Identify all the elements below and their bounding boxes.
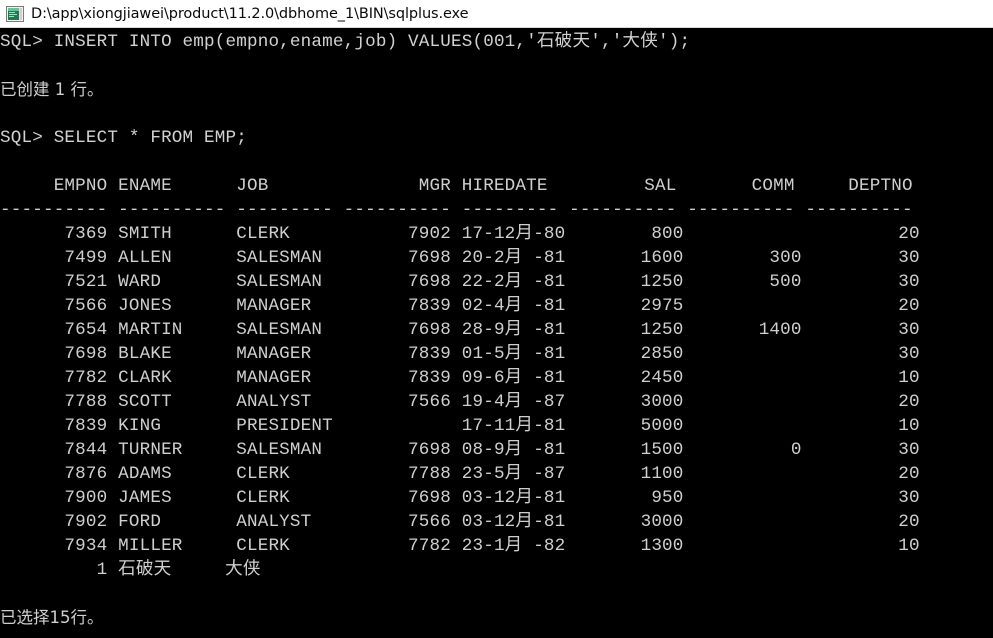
table-row: 7902 FORD ANALYST 7566 03-12月-81 3000 20 [0, 512, 920, 532]
console-line-select-command: SQL> SELECT * FROM EMP; [0, 128, 247, 148]
table-row: 7521 WARD SALESMAN 7698 22-2月 -81 1250 5… [0, 272, 920, 292]
console-line-blank-2 [0, 102, 993, 126]
console-line-insert-command: SQL> INSERT INTO emp(empno,ename,job) VA… [0, 30, 993, 54]
window-title: D:\app\xiongjiawei\product\11.2.0\dbhome… [31, 5, 469, 22]
table-row: 7782 CLARK MANAGER 7839 09-6月 -81 2450 1… [0, 368, 920, 388]
result-table-header: EMPNO ENAME JOB MGR HIREDATE SAL COMM DE… [0, 176, 913, 196]
console-line-blank-1 [0, 54, 993, 78]
sql-prompt: SQL> INSERT INTO emp(empno,ename,job) VA… [0, 32, 691, 52]
table-row: 7788 SCOTT ANALYST 7566 19-4月 -87 3000 2… [0, 392, 920, 412]
result-table-rule: ---------- ---------- --------- --------… [0, 200, 913, 220]
console-line-insert-result: 已创建 1 行。 [0, 80, 104, 99]
table-row: 7934 MILLER CLERK 7782 23-1月 -82 1300 10 [0, 536, 920, 556]
table-row: 7698 BLAKE MANAGER 7839 01-5月 -81 2850 3… [0, 344, 920, 364]
table-row: 1 石破天 大侠 [0, 560, 261, 580]
console-line-blank-3 [0, 150, 993, 174]
console-line-blank-4 [0, 582, 993, 606]
row-count-message: 已选择15行。 [0, 608, 104, 627]
console-output-area[interactable]: SQL> INSERT INTO emp(empno,ename,job) VA… [0, 28, 993, 638]
result-table-body: 7369 SMITH CLERK 7902 17-12月-80 800 20 7… [0, 222, 993, 582]
table-row: 7369 SMITH CLERK 7902 17-12月-80 800 20 [0, 224, 920, 244]
table-row: 7844 TURNER SALESMAN 7698 08-9月 -81 1500… [0, 440, 920, 460]
window-titlebar[interactable]: D:\app\xiongjiawei\product\11.2.0\dbhome… [0, 0, 993, 28]
table-row: 7876 ADAMS CLERK 7788 23-5月 -87 1100 20 [0, 464, 920, 484]
table-row: 7900 JAMES CLERK 7698 03-12月-81 950 30 [0, 488, 920, 508]
table-row: 7654 MARTIN SALESMAN 7698 28-9月 -81 1250… [0, 320, 920, 340]
console-window-icon [6, 5, 24, 22]
table-row: 7499 ALLEN SALESMAN 7698 20-2月 -81 1600 … [0, 248, 920, 268]
table-row: 7566 JONES MANAGER 7839 02-4月 -81 2975 2… [0, 296, 920, 316]
table-row: 7839 KING PRESIDENT 17-11月-81 5000 10 [0, 416, 920, 436]
